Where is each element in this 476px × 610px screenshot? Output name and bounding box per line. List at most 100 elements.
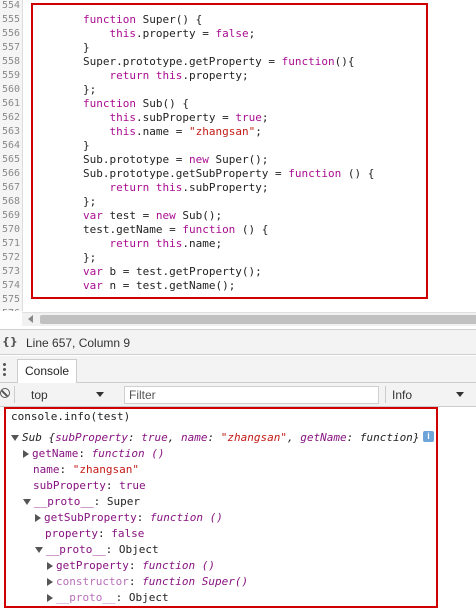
line-number[interactable]: 557 bbox=[0, 41, 20, 55]
line-number[interactable]: 574 bbox=[0, 279, 20, 293]
line-number[interactable]: 565 bbox=[0, 153, 20, 167]
context-value: top bbox=[31, 388, 48, 402]
line-number[interactable]: 576 bbox=[0, 307, 20, 311]
code-text: this.property = false; bbox=[109, 27, 256, 40]
expand-triangle-icon[interactable] bbox=[47, 594, 53, 602]
prop-key: property bbox=[45, 527, 98, 540]
line-number[interactable]: 559 bbox=[0, 69, 20, 83]
code-text: }; bbox=[30, 195, 97, 208]
scroll-left-arrow-icon[interactable] bbox=[28, 315, 33, 323]
object-summary-row[interactable]: Sub {subProperty: true, name: "zhangsan"… bbox=[11, 430, 419, 446]
tree-row[interactable]: getProperty: function () bbox=[47, 558, 215, 574]
summary-value: true bbox=[141, 431, 168, 444]
code-text: test.getName = function () { bbox=[30, 223, 269, 236]
line-number[interactable]: 571 bbox=[0, 237, 20, 251]
line-number[interactable]: 563 bbox=[0, 125, 20, 139]
drawer-tab-bar: Console bbox=[0, 356, 476, 383]
prop-key: constructor bbox=[56, 575, 129, 588]
tree-row[interactable]: getName: function () bbox=[23, 446, 164, 462]
summary-key: name bbox=[180, 431, 208, 444]
horizontal-scrollbar[interactable] bbox=[22, 312, 476, 326]
line-number[interactable]: 567 bbox=[0, 181, 20, 195]
log-level-selector[interactable]: Info bbox=[392, 387, 476, 403]
console-output[interactable]: console.info(test) Sub {subProperty: tru… bbox=[0, 407, 476, 610]
filter-input[interactable] bbox=[124, 386, 379, 404]
code-text: } bbox=[30, 139, 90, 152]
code-text: }; bbox=[30, 83, 97, 96]
cursor-position: Line 657, Column 9 bbox=[26, 336, 131, 350]
code-text: function Sub() { bbox=[82, 97, 189, 110]
object-class: Sub bbox=[22, 431, 42, 444]
expand-triangle-icon[interactable] bbox=[35, 547, 43, 553]
kebab-menu-icon[interactable] bbox=[3, 363, 6, 376]
clear-console-icon[interactable] bbox=[0, 388, 10, 398]
summary-value: "zhangsan" bbox=[220, 431, 287, 444]
code-text: function Super() { bbox=[82, 13, 203, 26]
tab-console[interactable]: Console bbox=[17, 359, 78, 383]
expand-triangle-icon[interactable] bbox=[23, 499, 31, 505]
prop-value: "zhangsan" bbox=[72, 463, 139, 476]
code-text: this.name = "zhangsan"; bbox=[109, 125, 262, 138]
line-number[interactable]: 558 bbox=[0, 55, 20, 69]
line-number[interactable]: 560 bbox=[0, 83, 20, 97]
line-number[interactable]: 573 bbox=[0, 265, 20, 279]
code-text: return this.property; bbox=[109, 69, 249, 82]
tree-row[interactable]: __proto__: Object bbox=[47, 590, 169, 606]
expand-triangle-icon[interactable] bbox=[23, 450, 29, 458]
code-text: Sub.prototype.getSubProperty = function … bbox=[30, 167, 375, 180]
tree-row[interactable]: constructor: function Super() bbox=[47, 574, 248, 590]
toolbar-divider bbox=[385, 386, 386, 403]
code-text: }; bbox=[30, 251, 97, 264]
line-number[interactable]: 562 bbox=[0, 111, 20, 125]
line-number[interactable]: 575 bbox=[0, 293, 20, 307]
source-editor[interactable]: 554 555 function Super() { 556 this.proper… bbox=[0, 0, 476, 311]
expand-triangle-icon[interactable] bbox=[47, 562, 53, 570]
prop-key: __proto__ bbox=[56, 591, 116, 604]
line-number[interactable]: 570 bbox=[0, 223, 20, 237]
code-text: Super.prototype.getProperty = function()… bbox=[30, 55, 355, 68]
line-number[interactable]: 561 bbox=[0, 97, 20, 111]
braces-icon[interactable]: {} bbox=[2, 335, 18, 348]
tree-row[interactable]: __proto__: Super bbox=[23, 494, 140, 510]
prop-key: __proto__ bbox=[34, 495, 94, 508]
line-number[interactable]: 568 bbox=[0, 195, 20, 209]
expand-triangle-icon[interactable] bbox=[11, 435, 19, 441]
context-selector[interactable]: top bbox=[28, 387, 114, 403]
summary-key: subProperty bbox=[55, 431, 128, 444]
line-number[interactable]: 569 bbox=[0, 209, 20, 223]
tree-row[interactable]: getSubProperty: function () bbox=[35, 510, 223, 526]
toolbar-divider bbox=[14, 386, 15, 403]
code-text: Sub.prototype = new Super(); bbox=[30, 153, 269, 166]
tree-row[interactable]: __proto__: Object bbox=[35, 542, 159, 558]
expand-triangle-icon[interactable] bbox=[47, 578, 53, 586]
info-icon[interactable]: i bbox=[423, 431, 434, 442]
tree-row: subProperty: true bbox=[33, 479, 146, 492]
status-bar: {} Line 657, Column 9 bbox=[0, 329, 476, 355]
line-number[interactable]: 554 bbox=[0, 0, 20, 13]
line-number[interactable]: 566 bbox=[0, 167, 20, 181]
summary-key: getName bbox=[300, 431, 347, 444]
prop-key: getName bbox=[32, 447, 79, 460]
console-toolbar: top Info bbox=[0, 383, 476, 407]
prop-key: getProperty bbox=[56, 559, 129, 572]
line-number[interactable]: 555 bbox=[0, 13, 20, 27]
prop-value: function () bbox=[142, 559, 215, 572]
summary-value: function bbox=[359, 431, 413, 444]
line-number[interactable]: 556 bbox=[0, 27, 20, 41]
code-text: return this.name; bbox=[109, 237, 223, 250]
brace-close: } bbox=[412, 431, 420, 444]
prop-value: Object bbox=[128, 591, 169, 604]
code-text: } bbox=[30, 41, 90, 54]
console-command: console.info(test) bbox=[11, 409, 130, 425]
line-number[interactable]: 572 bbox=[0, 251, 20, 265]
code-text: var b = test.getProperty(); bbox=[82, 265, 262, 278]
prop-value: function Super() bbox=[142, 575, 249, 588]
prop-key: name bbox=[33, 463, 60, 476]
line-number[interactable]: 564 bbox=[0, 139, 20, 153]
code-text: this.subProperty = true; bbox=[109, 111, 269, 124]
scrollbar-thumb[interactable] bbox=[40, 315, 476, 324]
code-text: return this.subProperty; bbox=[109, 181, 269, 194]
prop-value: Object bbox=[118, 543, 159, 556]
brace-open: { bbox=[41, 431, 56, 444]
expand-triangle-icon[interactable] bbox=[35, 514, 41, 522]
